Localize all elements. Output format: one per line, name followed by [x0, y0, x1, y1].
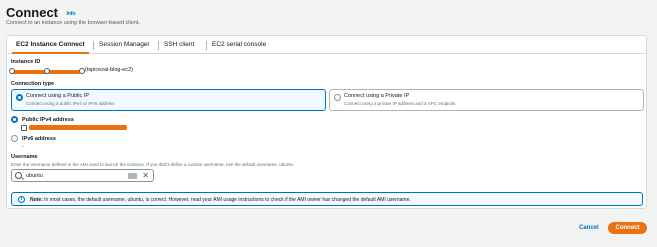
- username-input[interactable]: ubuntu ✕: [11, 169, 154, 182]
- connect-button[interactable]: Connect: [608, 222, 647, 234]
- search-icon: [15, 172, 22, 179]
- tab-ssh-client[interactable]: SSH client: [160, 36, 198, 54]
- tab-ec2-serial-console[interactable]: EC2 serial console: [208, 36, 270, 54]
- keyboard-icon: [128, 173, 137, 179]
- page-title: Connect: [6, 5, 58, 20]
- connection-type-label: Connection type: [11, 81, 55, 87]
- tab-session-manager[interactable]: Session Manager: [95, 36, 154, 54]
- cancel-button[interactable]: Cancel: [579, 225, 599, 231]
- ipv6-value: –: [22, 144, 25, 149]
- username-desc: Enter the username defined in the AMI us…: [11, 162, 295, 167]
- radio-private-ip[interactable]: [334, 94, 341, 101]
- radio-public-ipv4[interactable]: [11, 116, 18, 123]
- connect-tabs: EC2 Instance Connect Session Manager SSH…: [7, 36, 646, 54]
- option-title: Connect using a Public IP: [26, 93, 89, 99]
- instance-id-label: Instance ID: [11, 59, 41, 65]
- option-desc: Connect using a private IP address and a…: [344, 101, 456, 106]
- public-ipv4-label: Public IPv4 address: [22, 117, 74, 123]
- option-desc: Connect using a public IPv4 or IPv6 addr…: [26, 101, 115, 106]
- copy-icon[interactable]: [21, 125, 27, 131]
- ipv6-label: IPv6 address: [22, 136, 56, 142]
- clear-icon[interactable]: ✕: [142, 171, 149, 180]
- connect-panel: EC2 Instance Connect Session Manager SSH…: [6, 35, 647, 209]
- ipv4-redacted: [29, 125, 127, 130]
- connection-option-private-ip[interactable]: Connect using a Private IP Connect using…: [329, 89, 644, 111]
- alert-text: Note: In most cases, the default usernam…: [30, 197, 411, 203]
- username-label: Username: [11, 154, 38, 160]
- option-title: Connect using a Private IP: [344, 93, 410, 99]
- tab-divider: [158, 41, 159, 50]
- tab-divider: [93, 41, 94, 50]
- connection-option-public-ip[interactable]: Connect using a Public IP Connect using …: [11, 89, 326, 111]
- tab-divider: [206, 41, 207, 50]
- info-alert: i Note: In most cases, the default usern…: [11, 192, 643, 206]
- radio-public-ip[interactable]: [16, 94, 23, 101]
- username-value: ubuntu: [26, 173, 43, 179]
- radio-ipv6[interactable]: [11, 135, 18, 142]
- info-icon: i: [18, 196, 25, 203]
- info-link[interactable]: Info: [66, 11, 75, 17]
- instance-status-icon: [44, 68, 50, 74]
- page-subtitle: Connect to an instance using the browser…: [6, 20, 140, 26]
- tab-ec2-instance-connect[interactable]: EC2 Instance Connect: [12, 36, 89, 54]
- instance-status-icon: [9, 68, 15, 74]
- instance-name: (tspicezai-blog-ec2): [85, 67, 133, 73]
